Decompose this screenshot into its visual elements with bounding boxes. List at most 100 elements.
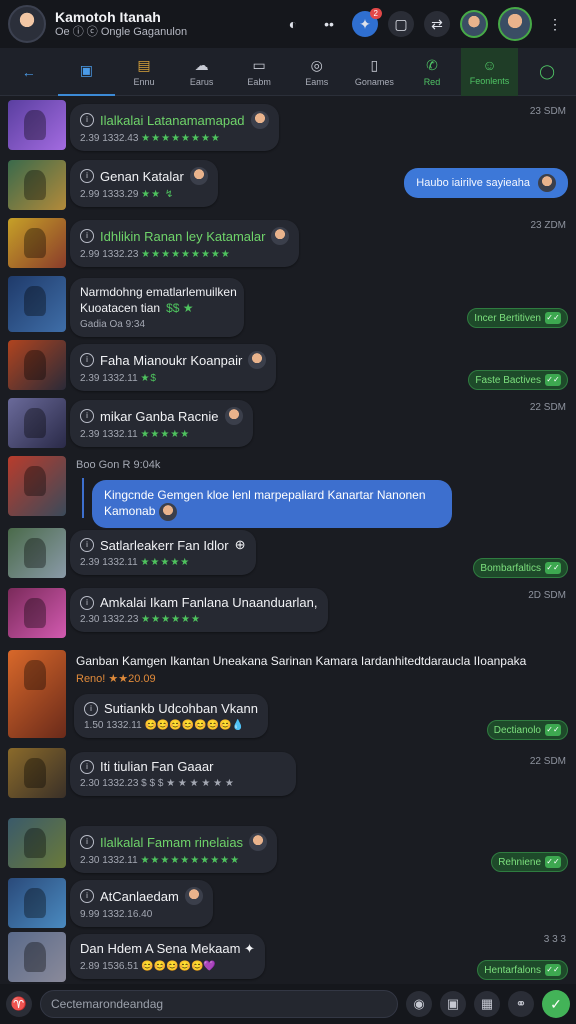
tab-red[interactable]: ✆ Red [403, 48, 461, 96]
tab-back[interactable]: ← [0, 48, 58, 96]
notification-badge: 2 [369, 8, 382, 19]
message-bubble[interactable]: i Genan Katalar 2.99 1333.29 ★★ ↯ [70, 160, 218, 207]
message-bubble[interactable]: i Iti tiulian Fan Gaaar 2.30 1332.23 $ $ … [70, 752, 296, 796]
message-meta: 2.39 1332.11 ★★★★★ [80, 429, 191, 440]
message-bubble[interactable]: Dan Hdem A Sena Mekaam ✦ 2.89 1536.51 😊😊… [70, 934, 265, 979]
timestamp: 23 ZDM [530, 220, 566, 231]
check-icon: ✓✓ [545, 374, 561, 386]
message-bubble[interactable]: i Sutiankb Udcohban Vkann 1.50 1332.11 😊😊… [74, 694, 268, 738]
game-thumbnail [8, 456, 66, 516]
link-icon[interactable]: ⚭ [508, 991, 534, 1017]
chat-title-block[interactable]: Kamotoh Itanah Oe ⓘ ⓒ Ongle Gaganulon [55, 9, 187, 39]
message-bubble[interactable]: Narmdohng ematlarlemuilken Kuoatacen tia… [70, 278, 244, 337]
tab-ennu[interactable]: ▤ Ennu [115, 48, 173, 96]
game-thumbnail [8, 528, 66, 578]
status-pill[interactable]: Bombarfaltics ✓✓ [473, 558, 568, 578]
tab-label: Ennu [133, 76, 155, 87]
timestamp: 22 SDM [529, 756, 566, 767]
info-icon: i [80, 229, 94, 243]
contact-avatar-2[interactable] [498, 7, 532, 41]
tab-label: Eabm [247, 76, 271, 87]
tab-gonames[interactable]: ▯ Gonames [346, 48, 404, 96]
game-thumbnail [8, 340, 66, 390]
user-face-icon [248, 351, 267, 369]
message-bubble[interactable]: i mikar Ganba Racnie 2.39 1332.11 ★★★★★ [70, 400, 253, 447]
user-face-icon [249, 833, 268, 851]
tab-eams[interactable]: ◎ Eams [288, 48, 346, 96]
tab-label: Gonames [354, 76, 394, 87]
attach-icon[interactable]: ♈ [6, 991, 32, 1017]
message-input[interactable]: Cectemarondeandag [40, 990, 398, 1018]
phone-icon: ✆ [426, 56, 438, 73]
user-face-icon [271, 227, 290, 245]
message-bubble[interactable]: i AtCanlaedam 9.99 1332.16.40 [70, 880, 213, 927]
message-meta: 1.50 1332.11 😊😊😊😊😊😊😊💧 [84, 720, 245, 731]
tab-eabm[interactable]: ▭ Eabm [230, 48, 288, 96]
list-item[interactable]: i Idhlikin Ranan ley Katamalar 2.99 1332.… [0, 218, 576, 276]
status-pill[interactable]: Rehniene ✓✓ [491, 852, 568, 872]
list-item[interactable]: Ganban Kamgen Ikantan Uneakana Sarinan K… [0, 648, 576, 744]
status-pill[interactable]: Dectianolo ✓✓ [486, 720, 568, 740]
message-bubble[interactable]: i Ilalkalal Famam rinelaias 2.30 1332.11 … [70, 826, 278, 873]
check-icon: ✓✓ [545, 856, 561, 868]
message-meta: 2.99 1332.23 ★★★★★★★★★ [80, 249, 231, 260]
messenger-icon[interactable]: ✦ 2 [352, 8, 382, 37]
user-face-icon [158, 503, 177, 522]
list-item[interactable]: i Genan Katalar 2.99 1333.29 ★★ ↯ Haubo i… [0, 160, 576, 218]
contact-avatar-1[interactable] [460, 10, 488, 38]
gif-icon[interactable]: ▦ [474, 991, 500, 1017]
status-pill[interactable]: Hentarfalons ✓✓ [477, 960, 568, 980]
info-icon: i [80, 409, 94, 423]
share-icon[interactable]: ⇄ [424, 11, 450, 37]
message-title: Narmdohng ematlarlemuilken [80, 285, 237, 299]
message-bubble[interactable]: i Ilalkalai Latanamamapad 2.39 1332.43 ★★… [70, 104, 279, 151]
message-composer: ♈ Cectemarondeandag ◉ ▣ ▦ ⚭ ✓ [0, 984, 576, 1024]
outgoing-message-bubble[interactable]: Kingcnde Gemgen kloe lenl marpepaliard K… [92, 480, 452, 529]
message-bubble[interactable]: i Idhlikin Ranan ley Katamalar 2.99 1332.… [70, 220, 300, 267]
tab-earus[interactable]: ☁ Earus [173, 48, 231, 96]
status-pill[interactable]: Faste Bactives ✓✓ [468, 370, 568, 390]
info-icon: i [80, 113, 94, 127]
reply-pill[interactable]: Haubo iairilve sayieaha [404, 168, 568, 198]
list-item[interactable]: Dan Hdem A Sena Mekaam ✦ 2.89 1536.51 😊😊… [0, 932, 576, 984]
message-meta: 2.39 1332.11 ★$ [80, 373, 157, 384]
screen-icon[interactable]: ▢ [388, 11, 414, 37]
status-pill[interactable]: Incer Bertitiven ✓✓ [467, 308, 568, 328]
info-icon: i [84, 701, 98, 716]
list-item[interactable]: i AtCanlaedam 9.99 1332.16.40 [0, 878, 576, 934]
list-item[interactable]: i Satlarleakerr Fan Idlor ⊕ 2.39 1332.11 ★… [0, 528, 576, 586]
message-bubble[interactable]: i Faha Mianoukr Koanpair 2.39 1332.11 ★$ [70, 344, 277, 391]
game-thumbnail [8, 818, 66, 868]
list-item[interactable]: Narmdohng ematlarlemuilken Kuoatacen tia… [0, 276, 576, 340]
list-item[interactable]: i Faha Mianoukr Koanpair 2.39 1332.11 ★$ … [0, 340, 576, 398]
message-bubble[interactable]: i Satlarleakerr Fan Idlor ⊕ 2.39 1332.11 ★… [70, 530, 256, 575]
timestamp: 22 SDM [529, 402, 566, 413]
list-item[interactable]: i Ilalkalal Famam rinelaias 2.30 1332.11 … [0, 818, 576, 876]
camera-icon[interactable]: ◉ [406, 991, 432, 1017]
header-actions: ◐ •• ✦ 2 ▢ ⇄ ⋮ [280, 7, 568, 41]
image-icon[interactable]: ▣ [440, 991, 466, 1017]
list-item[interactable]: Boo Gon R 9:04k Kingcnde Gemgen kloe len… [0, 456, 576, 529]
message-list[interactable]: i Ilalkalai Latanamamapad 2.39 1332.43 ★★… [0, 96, 576, 984]
message-title: i Amkalai Ikam Fanlana Unaanduarlan, [80, 595, 318, 610]
list-item[interactable]: i Iti tiulian Fan Gaaar 2.30 1332.23 $ $ … [0, 748, 576, 806]
timestamp: 23 SDM [529, 106, 566, 117]
list-item[interactable]: i mikar Ganba Racnie 2.39 1332.11 ★★★★★ 2… [0, 398, 576, 456]
profile-avatar[interactable] [8, 5, 46, 43]
more-dots-icon[interactable]: •• [316, 11, 342, 37]
message-meta: 2.99 1333.29 ★★ ↯ [80, 189, 175, 200]
tab-window[interactable]: ▣ [57, 48, 116, 96]
send-button[interactable]: ✓ [542, 990, 570, 1018]
message-meta: 9.99 1332.16.40 [80, 909, 153, 920]
info-icon: i [80, 353, 94, 367]
tab-feonlents[interactable]: ☺ Feonlents [460, 47, 519, 96]
chat-app: Kamotoh Itanah Oe ⓘ ⓒ Ongle Gaganulon ◐ … [0, 0, 576, 1024]
menu-kebab-icon[interactable]: ⋮ [542, 11, 568, 37]
tab-shield[interactable]: ◯ [518, 48, 576, 96]
list-item[interactable]: i Ilalkalai Latanamamapad 2.39 1332.43 ★★… [0, 100, 576, 160]
mute-icon[interactable]: ◐ [280, 11, 306, 37]
list-item[interactable]: i Amkalai Ikam Fanlana Unaanduarlan, 2.30… [0, 588, 576, 646]
user-face-icon [184, 887, 203, 905]
message-meta: Reno! ★★20.09 [76, 673, 156, 685]
message-bubble[interactable]: i Amkalai Ikam Fanlana Unaanduarlan, 2.30… [70, 588, 328, 632]
